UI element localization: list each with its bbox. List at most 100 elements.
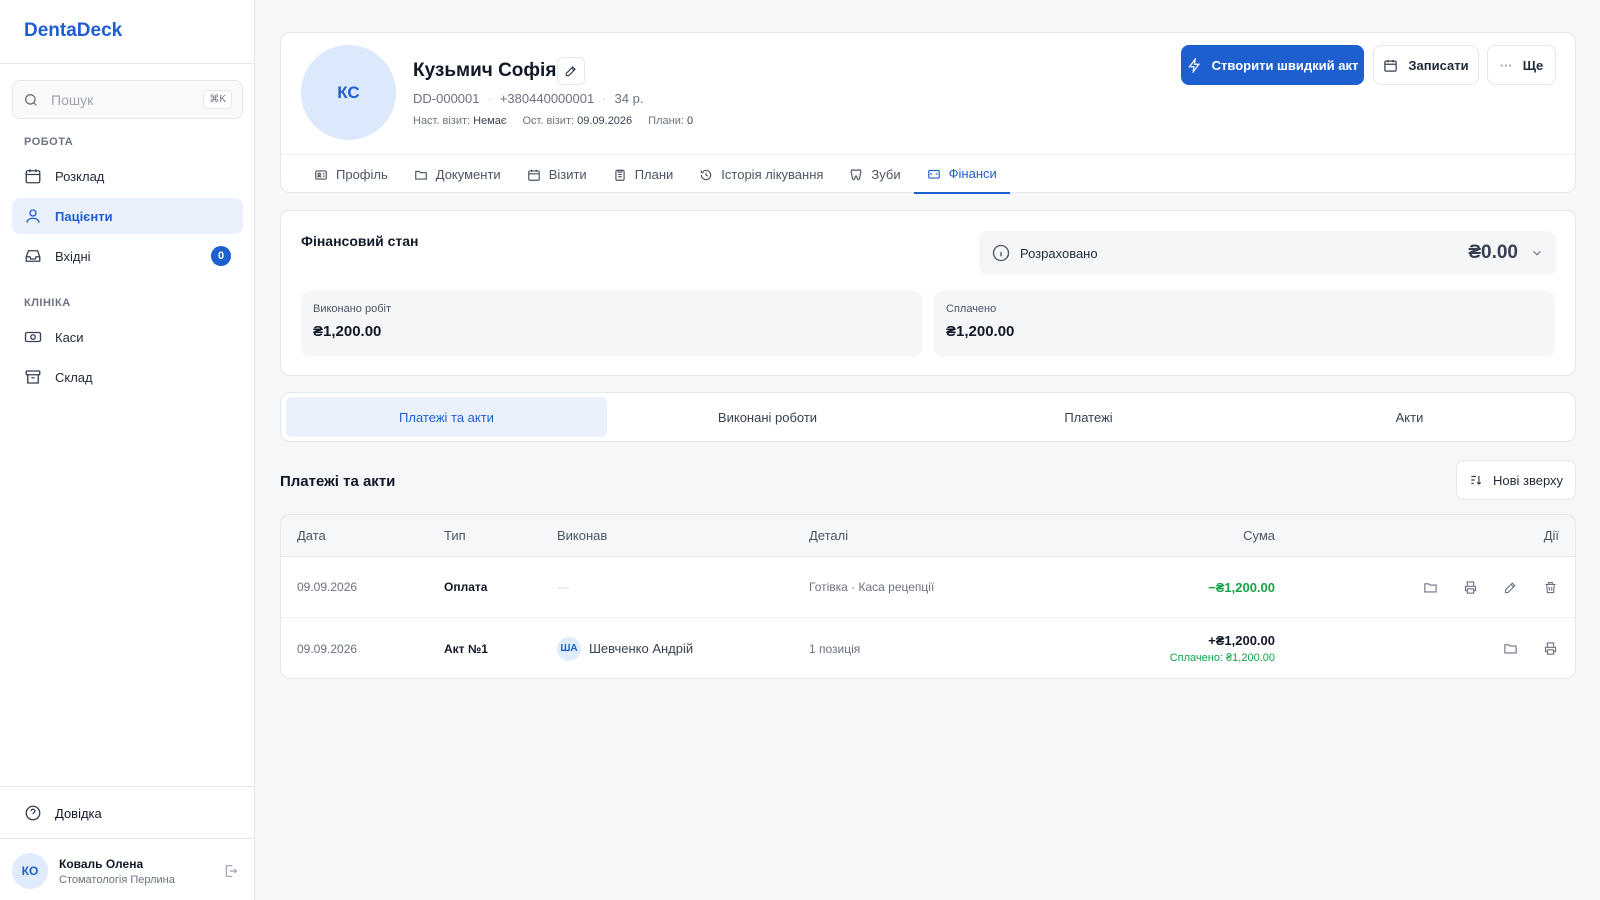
search-shortcut: ⌘K <box>203 90 232 109</box>
patient-id: DD-000001 <box>413 91 480 106</box>
section-label-work: РОБОТА <box>24 136 74 148</box>
tab-profile[interactable]: Профіль <box>301 155 401 194</box>
paid-stat: Сплачено ₴1,200.00 <box>934 291 1555 356</box>
tab-history[interactable]: Історія лікування <box>686 155 836 194</box>
row-details: Готівка · Каса рецепції <box>809 580 935 594</box>
subtab-works-done[interactable]: Виконані роботи <box>607 397 928 437</box>
col-date: Дата <box>297 528 326 543</box>
stat-value: ₴1,200.00 <box>313 323 382 340</box>
col-performer: Виконав <box>557 528 608 543</box>
search-input[interactable]: Пошук ⌘K <box>12 80 243 119</box>
more-dots-icon: ··· <box>1499 57 1513 73</box>
tab-visits[interactable]: Візити <box>514 155 600 194</box>
chevron-down-icon <box>1530 246 1544 260</box>
clipboard-icon <box>613 168 627 182</box>
pencil-icon <box>564 64 578 78</box>
row-type: Акт №1 <box>444 641 488 656</box>
col-sum: Сума <box>1243 528 1275 543</box>
list-title: Платежі та акти <box>280 473 396 490</box>
balance-dropdown[interactable]: Розраховано ₴0.00 <box>979 231 1556 275</box>
row-sum: −₴1,200.00 <box>1208 579 1275 595</box>
tab-plans[interactable]: Плани <box>600 155 687 194</box>
row-actions <box>1421 557 1559 617</box>
subtab-payments-acts[interactable]: Платежі та акти <box>286 397 607 437</box>
id-card-icon <box>314 168 328 182</box>
row-actions <box>1501 618 1559 678</box>
sort-label: Нові зверху <box>1492 472 1564 488</box>
tab-label: Профіль <box>336 167 388 182</box>
tooth-icon <box>849 168 863 182</box>
patient-header: КС Кузьмич Софія DD-000001 · +3804400000… <box>280 32 1576 194</box>
inbox-icon <box>24 247 42 265</box>
app-logo[interactable]: DentaDeck <box>0 0 254 64</box>
patient-age: 34 р. <box>614 91 644 106</box>
sidebar-item-label: Вхідні <box>55 248 91 264</box>
edit-icon[interactable] <box>1501 578 1519 596</box>
sidebar-item-label: Склад <box>55 369 93 385</box>
sort-button[interactable]: Нові зверху <box>1456 460 1576 500</box>
history-icon <box>699 168 713 182</box>
wallet-icon <box>927 167 941 181</box>
sidebar-item-label: Пацієнти <box>55 208 113 224</box>
edit-patient-button[interactable] <box>557 57 585 85</box>
folder-icon[interactable] <box>1501 640 1519 658</box>
subtab-payments[interactable]: Платежі <box>928 397 1249 437</box>
row-date: 09.09.2026 <box>297 641 358 656</box>
more-button[interactable]: ··· Ще <box>1487 45 1556 85</box>
archive-icon <box>24 368 42 386</box>
quick-act-button[interactable]: Створити швидкий акт <box>1181 45 1364 85</box>
col-actions: Дії <box>1543 528 1559 543</box>
stat-label: Сплачено <box>946 303 997 315</box>
sidebar-item-warehouse[interactable]: Склад <box>12 359 243 395</box>
more-label: Ще <box>1522 57 1544 73</box>
tab-teeth[interactable]: Зуби <box>836 155 913 194</box>
book-label: Записати <box>1408 57 1469 73</box>
tab-finance[interactable]: Фінанси <box>913 155 1010 194</box>
sidebar-item-patients[interactable]: Пацієнти <box>12 198 243 234</box>
folder-icon[interactable] <box>1421 578 1439 596</box>
sidebar-divider <box>0 786 255 787</box>
avatar: КО <box>12 853 48 889</box>
table-row: 09.09.2026 Акт №1 ША Шевченко Андрій 1 п… <box>281 618 1575 678</box>
quick-act-label: Створити швидкий акт <box>1211 57 1359 73</box>
finance-title: Фінансовий стан <box>301 233 419 249</box>
subtab-acts[interactable]: Акти <box>1249 397 1570 437</box>
table-row: 09.09.2026 Оплата — Готівка · Каса рецеп… <box>281 557 1575 618</box>
work-done-stat: Виконано робіт ₴1,200.00 <box>301 291 922 356</box>
payments-table: Дата Тип Виконав Деталі Сума Дії 09.09.2… <box>280 514 1576 679</box>
row-type: Оплата <box>444 580 488 594</box>
user-org: Стоматологія Перлина <box>59 873 175 886</box>
info-icon <box>991 243 1011 263</box>
search-icon <box>23 92 39 108</box>
print-icon[interactable] <box>1541 640 1559 658</box>
help-label: Довідка <box>55 805 102 821</box>
calendar-icon <box>1383 58 1398 73</box>
print-icon[interactable] <box>1461 578 1479 596</box>
finance-status-card: Фінансовий стан Розраховано ₴0.00 Викона… <box>280 210 1576 376</box>
calendar-icon <box>527 168 541 182</box>
sidebar-item-inbox[interactable]: Вхідні 0 <box>12 238 243 274</box>
trash-icon[interactable] <box>1541 578 1559 596</box>
sidebar-item-help[interactable]: Довідка <box>12 795 243 831</box>
sidebar-item-schedule[interactable]: Розклад <box>12 158 243 194</box>
balance-status-label: Розраховано <box>1020 245 1098 261</box>
users-icon <box>24 207 42 225</box>
logout-icon[interactable] <box>223 863 239 879</box>
folder-icon <box>414 168 428 182</box>
patient-meta: DD-000001 · +380440000001 · 34 р. <box>413 91 643 106</box>
tab-documents[interactable]: Документи <box>401 155 514 194</box>
row-sum: +₴1,200.00 <box>1208 633 1275 648</box>
cash-register-icon <box>24 328 42 346</box>
col-type: Тип <box>444 528 466 543</box>
performer-name: Шевченко Андрій <box>589 641 694 656</box>
row-sum-cell: −₴1,200.00 <box>1208 557 1275 617</box>
tab-label: Візити <box>548 167 587 182</box>
sidebar-item-label: Розклад <box>55 168 105 184</box>
sidebar-item-cashdesks[interactable]: Каси <box>12 319 243 355</box>
tab-label: Плани <box>634 167 674 182</box>
separator-dot: · <box>602 91 607 106</box>
book-button[interactable]: Записати <box>1373 45 1479 85</box>
patient-phone: +380440000001 <box>499 91 595 106</box>
section-label-clinic: КЛІНІКА <box>24 297 71 309</box>
row-details: 1 позиція <box>809 641 861 656</box>
